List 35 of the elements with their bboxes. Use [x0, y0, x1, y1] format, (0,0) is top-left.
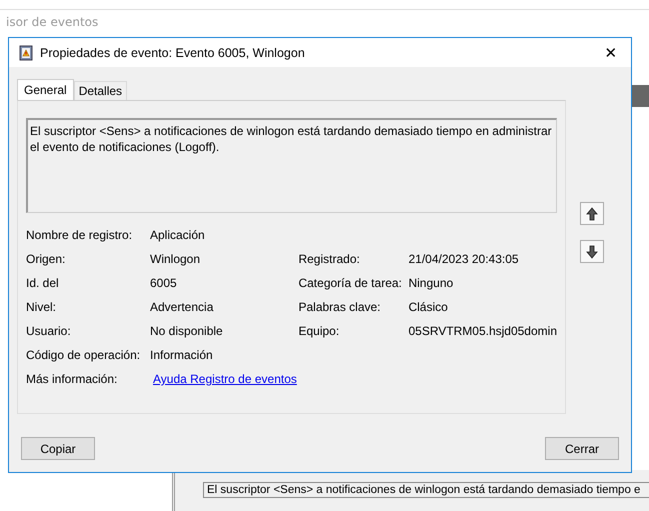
- field-value: Winlogon: [150, 252, 200, 266]
- field-value: Ninguno: [408, 276, 454, 290]
- event-preview-text: El suscriptor <Sens> a notificaciones de winlogon está tardando demasiado tiempo e: [203, 482, 649, 498]
- field-label: Más información:: [26, 372, 118, 386]
- field-value: 6005: [150, 276, 177, 290]
- field-value: Clásico: [408, 300, 448, 314]
- tab[interactable]: General: [17, 79, 74, 100]
- event-message: El suscriptor <Sens> a notificaciones de winlogon está tardando demasiado tiempo en administrar el evento de notificaciones (Logoff).: [30, 124, 552, 154]
- window-title: isor de eventos: [5, 14, 100, 29]
- dialog-button[interactable]: Copiar: [21, 437, 95, 460]
- field-label: Equipo:: [298, 324, 340, 338]
- field-label: Origen:: [26, 252, 66, 266]
- field-value: 21/04/2023 20:43:05: [408, 252, 519, 266]
- field-value: Advertencia: [150, 300, 214, 314]
- field-value: 05SRVTRM05.hsjd05domin: [408, 324, 557, 338]
- field-value: Aplicación: [150, 228, 205, 242]
- field-label: Nivel:: [26, 300, 58, 314]
- help-link[interactable]: Ayuda Registro de eventos: [153, 372, 297, 386]
- field-label: Usuario:: [26, 324, 72, 338]
- field-value: No disponible: [150, 324, 223, 338]
- down-arrow-icon: [586, 244, 598, 258]
- field-value: Información: [150, 348, 213, 362]
- field-label: Palabras clave:: [298, 300, 382, 314]
- field-label: Categoría de tarea:: [298, 276, 403, 290]
- field-label: Id. del: [26, 276, 60, 290]
- event-log-icon: [18, 44, 34, 60]
- field-label: Registrado:: [298, 252, 361, 266]
- previous-button[interactable]: [580, 202, 604, 225]
- field-label: Código de operación:: [26, 348, 142, 362]
- up-arrow-icon: [586, 206, 598, 220]
- dialog-title: Propiedades de evento: Evento 6005, Winlogon: [40, 46, 305, 60]
- field-label: Nombre de registro:: [26, 228, 134, 242]
- dialog-button[interactable]: Cerrar: [545, 437, 619, 460]
- next-button[interactable]: [580, 240, 604, 263]
- tab[interactable]: Detalles: [74, 81, 128, 100]
